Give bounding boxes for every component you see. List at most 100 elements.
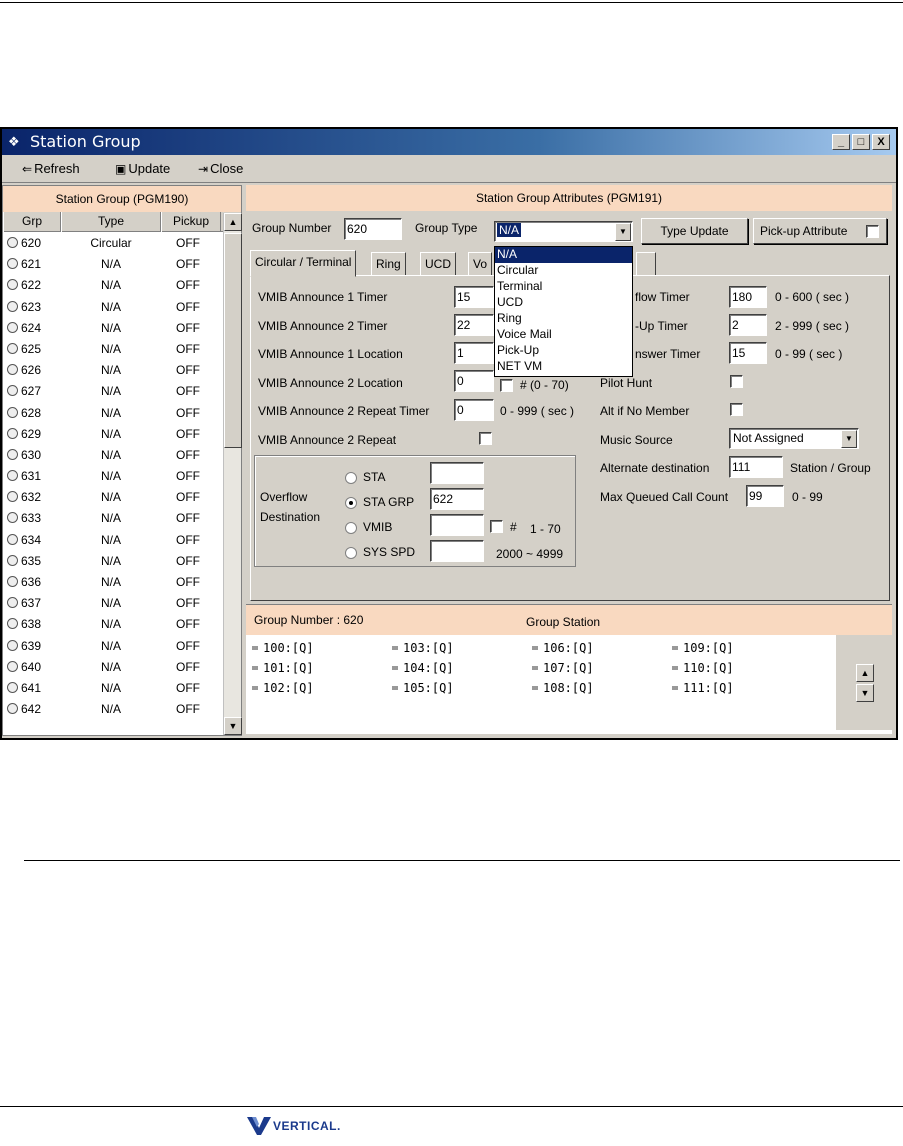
table-row[interactable]: 639 N/A OFF	[3, 636, 221, 657]
table-row[interactable]: 631 N/A OFF	[3, 466, 221, 487]
station-scroll-up-button[interactable]: ▲	[856, 664, 874, 682]
table-row[interactable]: 627 N/A OFF	[3, 381, 221, 402]
table-row[interactable]: 640 N/A OFF	[3, 657, 221, 678]
overflow-vmib-radio[interactable]	[345, 522, 357, 534]
type-cell: N/A	[100, 553, 121, 568]
station-scroll-down-button[interactable]: ▼	[856, 684, 874, 702]
station-item[interactable]: 106:[Q]	[532, 641, 594, 655]
scroll-thumb[interactable]	[224, 233, 242, 448]
group-type-option[interactable]: Ring	[495, 311, 632, 327]
table-row[interactable]: 626 N/A OFF	[3, 360, 221, 381]
col-pickup[interactable]: Pickup	[161, 212, 221, 232]
station-item[interactable]: 100:[Q]	[252, 641, 314, 655]
pickup-attribute-checkbox[interactable]	[866, 225, 879, 238]
col-type[interactable]: Type	[61, 212, 161, 232]
alt-destination-input[interactable]: 111	[729, 456, 783, 478]
group-icon	[7, 512, 18, 524]
overflow-sta-grp-input[interactable]: 622	[430, 488, 484, 510]
overflow-sta-radio[interactable]	[345, 472, 357, 484]
table-row[interactable]: 620 Circular OFF	[3, 233, 221, 254]
pickup-timer-input[interactable]: 2	[729, 314, 767, 336]
station-item[interactable]: 101:[Q]	[252, 661, 314, 675]
close-button[interactable]: ⇥ Close	[198, 161, 243, 176]
tab-ucd[interactable]: UCD	[420, 252, 456, 276]
vmib-ann2-location-input[interactable]: 0	[454, 370, 494, 392]
vmib-ann1-timer-input[interactable]: 15	[454, 286, 494, 308]
group-type-option[interactable]: Terminal	[495, 279, 632, 295]
tab-vo[interactable]: Vo	[468, 252, 493, 276]
overflow-sys-spd-radio[interactable]	[345, 547, 357, 559]
scroll-down-button[interactable]: ▼	[224, 717, 242, 735]
alt-no-member-checkbox[interactable]	[730, 403, 743, 416]
overflow-vmib-input[interactable]	[430, 514, 484, 536]
chevron-down-icon[interactable]: ▼	[615, 223, 631, 241]
vmib-ann1-location-input[interactable]: 1	[454, 342, 494, 364]
vmib-ann2-location-checkbox[interactable]	[500, 379, 513, 392]
type-cell: N/A	[100, 490, 121, 505]
vmib-ann2-timer-input[interactable]: 22	[454, 314, 494, 336]
station-item[interactable]: 107:[Q]	[532, 661, 594, 675]
tab-hidden[interactable]	[636, 252, 656, 276]
table-row[interactable]: 635 N/A OFF	[3, 551, 221, 572]
table-row[interactable]: 624 N/A OFF	[3, 318, 221, 339]
table-row[interactable]: 629 N/A OFF	[3, 424, 221, 445]
table-row[interactable]: 622 N/A OFF	[3, 275, 221, 296]
maximize-button[interactable]: □	[852, 134, 870, 150]
chevron-down-icon[interactable]: ▼	[841, 430, 857, 448]
station-item[interactable]: 109:[Q]	[672, 641, 734, 655]
table-row[interactable]: 636 N/A OFF	[3, 572, 221, 593]
music-source-select[interactable]: Not Assigned ▼	[729, 428, 859, 449]
overflow-sta-input[interactable]	[430, 462, 484, 484]
group-type-select[interactable]: N/A ▼	[494, 221, 633, 242]
type-cell: N/A	[100, 617, 121, 632]
station-item[interactable]: 102:[Q]	[252, 681, 314, 695]
pilot-hunt-checkbox[interactable]	[730, 375, 743, 388]
group-type-option[interactable]: N/A	[495, 247, 632, 263]
station-item[interactable]: 105:[Q]	[392, 681, 454, 695]
list-scrollbar[interactable]: ▲ ▼	[223, 213, 242, 735]
table-row[interactable]: 630 N/A OFF	[3, 445, 221, 466]
vmib-ann2-repeat-checkbox[interactable]	[479, 432, 492, 445]
scroll-up-button[interactable]: ▲	[224, 213, 242, 231]
group-number-input[interactable]: 620	[344, 218, 402, 240]
group-type-option[interactable]: Voice Mail	[495, 327, 632, 343]
table-row[interactable]: 633 N/A OFF	[3, 508, 221, 529]
no-answer-timer-input[interactable]: 15	[729, 342, 767, 364]
tab-circular-terminal[interactable]: Circular / Terminal	[250, 250, 357, 277]
table-row[interactable]: 637 N/A OFF	[3, 593, 221, 614]
type-cell: N/A	[100, 257, 121, 272]
table-row[interactable]: 642 N/A OFF	[3, 699, 221, 720]
station-item[interactable]: 110:[Q]	[672, 661, 734, 675]
group-type-option[interactable]: NET VM	[495, 359, 632, 375]
station-item[interactable]: 104:[Q]	[392, 661, 454, 675]
table-row[interactable]: 625 N/A OFF	[3, 339, 221, 360]
vmib-ann2-repeat-timer-input[interactable]: 0	[454, 399, 494, 421]
update-button[interactable]: ▣ Update	[115, 161, 170, 176]
group-type-option[interactable]: UCD	[495, 295, 632, 311]
pickup-cell: OFF	[176, 596, 200, 611]
table-row[interactable]: 638 N/A OFF	[3, 614, 221, 635]
minimize-button[interactable]: _	[832, 134, 850, 150]
table-row[interactable]: 621 N/A OFF	[3, 254, 221, 275]
station-item[interactable]: 111:[Q]	[672, 681, 734, 695]
max-queued-input[interactable]: 99	[746, 485, 784, 507]
station-item[interactable]: 103:[Q]	[392, 641, 454, 655]
table-row[interactable]: 623 N/A OFF	[3, 297, 221, 318]
overflow-vmib-checkbox[interactable]	[490, 520, 503, 533]
overflow-sys-spd-input[interactable]	[430, 540, 484, 562]
overflow-sta-grp-radio[interactable]	[345, 497, 357, 509]
table-row[interactable]: 641 N/A OFF	[3, 678, 221, 699]
col-grp[interactable]: Grp	[3, 212, 61, 232]
table-row[interactable]: 628 N/A OFF	[3, 403, 221, 424]
table-row[interactable]: 632 N/A OFF	[3, 487, 221, 508]
table-row[interactable]: 634 N/A OFF	[3, 530, 221, 551]
close-window-button[interactable]: X	[872, 134, 890, 150]
refresh-button[interactable]: ⇐ Refresh	[22, 161, 80, 176]
station-item[interactable]: 108:[Q]	[532, 681, 594, 695]
no-answer-timer-label: nswer Timer	[635, 347, 701, 361]
tab-ring[interactable]: Ring	[371, 252, 406, 276]
group-type-option[interactable]: Pick-Up	[495, 343, 632, 359]
group-type-option[interactable]: Circular	[495, 263, 632, 279]
overflow-timer-input[interactable]: 180	[729, 286, 767, 308]
type-update-button[interactable]: Type Update	[641, 218, 748, 244]
